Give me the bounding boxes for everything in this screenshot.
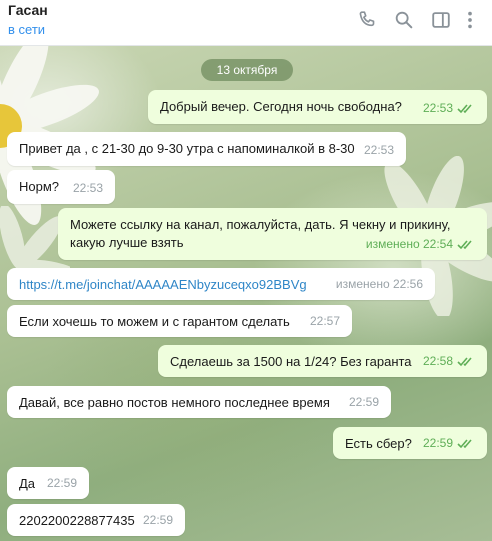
message-time: 22:53 (72, 181, 103, 195)
message-text: 2202200228877435 (19, 513, 135, 528)
message-text: Сделаешь за 1500 на 1/24? Без гаранта (170, 354, 412, 369)
message-text: Если хочешь то можем и с гарантом сделат… (19, 314, 290, 329)
date-separator: 13 октября (201, 59, 293, 81)
message-meta: 22:59 (423, 434, 475, 452)
message-incoming[interactable]: Если хочешь то можем и с гарантом сделат… (7, 305, 352, 337)
message-time: 22:59 (348, 395, 379, 409)
message-text: Да (19, 476, 36, 491)
message-text: Добрый вечер. Сегодня ночь свободна? (160, 99, 402, 114)
message-time: 22:58 (422, 354, 453, 368)
message-time: 22:57 (309, 314, 340, 328)
message-meta: 22:53 (364, 141, 394, 159)
message-meta: изменено 22:56 (336, 275, 423, 293)
message-meta: 22:58 (423, 352, 475, 370)
read-checkmarks-icon (457, 240, 472, 249)
message-outgoing[interactable]: Есть сбер? 22:59 (333, 427, 487, 459)
message-meta: изменено 22:54 (366, 235, 475, 253)
message-meta: 22:59 (349, 393, 379, 411)
message-time: 22:59 (422, 436, 453, 450)
contact-name[interactable]: Гасан (8, 2, 48, 18)
message-time: 22:53 (363, 143, 394, 157)
message-time: изменено 22:56 (335, 277, 423, 291)
message-incoming[interactable]: Да 22:59 (7, 467, 89, 499)
message-text: Давай, все равно постов немного последне… (19, 395, 330, 410)
message-incoming[interactable]: 2202200228877435 22:59 (7, 504, 185, 536)
phone-icon[interactable] (356, 9, 378, 31)
read-checkmarks-icon (457, 439, 472, 448)
message-incoming[interactable]: Привет да , с 21-30 до 9-30 утра с напом… (7, 132, 406, 166)
message-text: Привет да , с 21-30 до 9-30 утра с напом… (19, 141, 355, 156)
message-outgoing[interactable]: Можете ссылку на канал, пожалуйста, дать… (58, 208, 487, 260)
message-text: Норм? (19, 179, 60, 194)
contact-status: в сети (8, 22, 46, 37)
message-incoming[interactable]: Давай, все равно постов немного последне… (7, 386, 391, 418)
message-text: Есть сбер? (345, 436, 412, 451)
message-time: изменено 22:54 (365, 237, 453, 251)
read-checkmarks-icon (457, 357, 472, 366)
message-outgoing[interactable]: Добрый вечер. Сегодня ночь свободна? 22:… (148, 90, 487, 124)
message-outgoing[interactable]: Сделаешь за 1500 на 1/24? Без гаранта 22… (158, 345, 487, 377)
read-checkmarks-icon (457, 104, 472, 113)
message-incoming[interactable]: https://t.me/joinchat/AAAAAENbyzuceqxo92… (7, 268, 435, 300)
message-time: 22:59 (46, 476, 77, 490)
message-meta: 22:57 (310, 312, 340, 330)
message-meta: 22:59 (47, 474, 77, 492)
message-meta: 22:53 (73, 179, 103, 197)
message-link[interactable]: https://t.me/joinchat/AAAAAENbyzuceqxo92… (19, 277, 307, 292)
message-time: 22:53 (422, 101, 453, 115)
chat-header: Гасан в сети (0, 0, 492, 46)
message-time: 22:59 (142, 513, 173, 527)
message-meta: 22:53 (423, 99, 475, 117)
message-incoming[interactable]: Норм? 22:53 (7, 170, 115, 204)
more-options-icon[interactable] (464, 9, 476, 31)
search-icon[interactable] (393, 9, 415, 31)
message-text-line: Можете ссылку на канал, пожалуйста, дать… (70, 217, 451, 232)
sidebar-toggle-icon[interactable] (430, 9, 452, 31)
message-meta: 22:59 (143, 511, 173, 529)
